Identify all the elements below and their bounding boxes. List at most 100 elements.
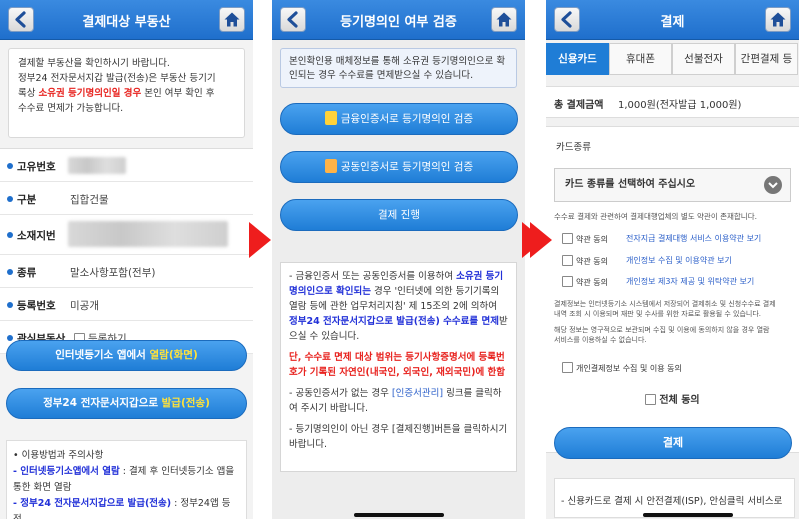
button-label: 인터넷등기소 앱에서 <box>55 349 150 361</box>
cert-management-link[interactable]: [인증서관리] <box>392 388 443 399</box>
redacted-value <box>68 157 126 174</box>
notice-highlight: 소유권 등기명의인일 경우 <box>38 88 142 99</box>
usage-highlight: - 인터넷등기소앱에서 열람 <box>13 466 120 477</box>
usage-highlight: - 정부24 전자문서지갑으로 발급(전송) <box>13 498 172 509</box>
all-agree-checkbox[interactable] <box>645 394 657 405</box>
info-value: 집합건물 <box>70 194 109 206</box>
info-row-id: 고유번호 <box>0 149 253 182</box>
notice-box: 본인확인용 매체정보를 통해 소유권 등기명의인으로 확인되는 경우 수수료를 … <box>280 48 517 88</box>
all-agree-label: 전체 동의 <box>659 395 700 406</box>
button-label: 결제 진행 <box>378 209 420 221</box>
info-text: 해당 정보는 영구적으로 보관되며 수집 및 이용에 동의하지 않을 경우 열람 <box>554 326 770 334</box>
info-row-regno: 등록번호 미공개 <box>0 288 253 321</box>
info-label: 구분 <box>17 194 37 206</box>
fee-note: 수수료 결제와 관련하여 결제대행업체의 별도 약관이 존재합니다. <box>554 212 757 221</box>
tab-easy-pay[interactable]: 간편결제 등 <box>735 43 798 75</box>
bullet-icon <box>7 196 13 202</box>
agree-checkbox[interactable] <box>562 255 573 266</box>
header-bar: 등기명의인 여부 검증 <box>272 0 525 40</box>
info-label: 고유번호 <box>17 161 56 173</box>
button-label: 결제 <box>662 436 684 449</box>
notice-text: 록상 <box>18 88 39 99</box>
card-type-label: 카드종류 <box>556 142 591 153</box>
property-info-list: 고유번호 구분 집합건물 소재지번 종류 말소사항포함(전부) 등록번호 미공개… <box>0 148 253 354</box>
home-indicator <box>642 513 733 517</box>
button-highlight: 발급(전송) <box>161 397 210 409</box>
proceed-payment-button[interactable]: 결제 진행 <box>280 199 518 231</box>
usage-title: • 이용방법과 주의사항 <box>13 450 104 461</box>
note-text: - 금융인증서 또는 공동인증서를 이용하여 <box>289 271 457 282</box>
note-text: - 공동인증서가 없는 경우 <box>289 388 392 399</box>
personal-agree-row[interactable]: 개인결제정보 수집 및 이용 동의 <box>562 362 682 374</box>
pay-button[interactable]: 결제 <box>554 427 792 459</box>
agree-row[interactable]: 약관 동의 개인정보 제3자 제공 및 위탁약관 보기 <box>562 276 754 288</box>
agree-label: 약관 동의 <box>576 257 608 266</box>
note-warning: 단, 수수료 면제 대상 범위는 등기사항증명서에 등록번호가 기록된 자연인(… <box>289 352 505 378</box>
joint-cert-verify-button[interactable]: 공동인증서로 등기명의인 검증 <box>280 151 518 183</box>
usage-text: 통한 화면 열람 <box>13 482 72 493</box>
agree-label: 약관 동의 <box>576 278 608 287</box>
bullet-icon <box>7 269 13 275</box>
info-row-kind: 종류 말소사항포함(전부) <box>0 255 253 288</box>
agree-checkbox[interactable] <box>562 233 573 244</box>
notice-text: 본인확인용 매체정보를 통해 소유권 등기명의인으로 확인되는 경우 수수료를 … <box>289 56 506 81</box>
usage-text: : 결제 후 인터넷등기소 앱을 <box>119 466 235 477</box>
agree-row[interactable]: 약관 동의 전자지급 결제대행 서비스 이용약관 보기 <box>562 233 761 245</box>
note-text: - 신용카드로 결제 시 안전결제(ISP), 안심클릭 서비스로 <box>561 496 783 507</box>
home-button[interactable] <box>491 7 517 32</box>
financial-cert-icon <box>324 111 337 125</box>
page-title: 결제 <box>660 15 685 30</box>
chevron-down-icon <box>764 176 782 194</box>
terms-link-privacy[interactable]: 개인정보 수집 및 이용약관 보기 <box>626 255 732 266</box>
home-indicator <box>353 513 444 517</box>
issue-to-gov24-button[interactable]: 정부24 전자문서지갑으로 발급(전송) <box>6 388 247 419</box>
tab-mobile[interactable]: 휴대폰 <box>609 43 672 75</box>
header-bar: 결제 <box>546 0 799 40</box>
button-label: 금융인증서로 등기명의인 검증 <box>340 113 474 125</box>
tab-credit-card[interactable]: 신용카드 <box>546 43 609 75</box>
red-arrow-icon <box>530 222 552 258</box>
all-agree-row[interactable]: 전체 동의 <box>546 391 799 406</box>
terms-link-payment[interactable]: 전자지급 결제대행 서비스 이용약관 보기 <box>626 233 761 244</box>
info-row-address: 소재지번 <box>0 215 253 255</box>
info-text: 결제정보는 인터넷등기소 시스템에서 저장되어 결제취소 및 신청수수료 결제 <box>554 300 776 308</box>
select-value: 카드 종류를 선택하여 주십시오 <box>565 179 696 190</box>
agree-row[interactable]: 약관 동의 개인정보 수집 및 이용약관 보기 <box>562 255 732 267</box>
notice-text: 정부24 전자문서지갑 발급(전송)은 부동산 등기기 <box>18 73 216 84</box>
info-label: 등록번호 <box>17 300 56 312</box>
personal-agree-checkbox[interactable] <box>562 362 573 373</box>
financial-cert-verify-button[interactable]: 금융인증서로 등기명의인 검증 <box>280 103 518 135</box>
info-notice: 결제정보는 인터넷등기소 시스템에서 저장되어 결제취소 및 신청수수료 결제 … <box>554 299 793 345</box>
info-label: 소재지번 <box>17 230 56 242</box>
usage-notes: • 이용방법과 주의사항 - 인터넷등기소앱에서 열람 : 결제 후 인터넷등기… <box>6 440 247 519</box>
notice-text: 수수료 면제가 가능합니다. <box>18 103 124 114</box>
info-value: 말소사항포함(전부) <box>70 267 156 279</box>
note-highlight: 정부24 전자문서지갑으로 발급(전송) 수수료를 면제 <box>289 316 499 327</box>
verification-notes: - 금융인증서 또는 공동인증서를 이용하여 소유권 등기명의인으로 확인되는 … <box>280 262 517 472</box>
personal-agree-label: 개인결제정보 수집 및 이용 동의 <box>576 364 682 373</box>
tab-prepaid[interactable]: 선불전자 <box>672 43 735 75</box>
amount-label: 총 결제금액 <box>554 100 604 111</box>
panel-owner-verification: 등기명의인 여부 검증 본인확인용 매체정보를 통해 소유권 등기명의인으로 확… <box>272 0 525 519</box>
amount-value: 1,000원(전자발급 1,000원) <box>618 100 742 111</box>
notice-text: 본인 여부 확인 후 <box>141 88 215 99</box>
home-icon <box>770 12 786 27</box>
home-icon <box>224 12 240 27</box>
header-bar: 결제대상 부동산 <box>0 0 253 40</box>
info-value: 미공개 <box>70 300 99 312</box>
home-button[interactable] <box>765 7 791 32</box>
panel-payment-target: 결제대상 부동산 결제할 부동산을 확인하시기 바랍니다. 정부24 전자문서지… <box>0 0 253 519</box>
button-label: 공동인증서로 등기명의인 검증 <box>340 161 474 173</box>
red-arrow-icon <box>249 222 271 258</box>
agree-checkbox[interactable] <box>562 276 573 287</box>
terms-link-third-party[interactable]: 개인정보 제3자 제공 및 위탁약관 보기 <box>626 276 754 287</box>
home-button[interactable] <box>219 7 245 32</box>
page-title: 등기명의인 여부 검증 <box>340 15 457 30</box>
agree-label: 약관 동의 <box>576 235 608 244</box>
payment-method-tabs: 신용카드 휴대폰 선불전자 간편결제 등 <box>546 43 799 75</box>
button-label: 정부24 전자문서지갑으로 <box>43 397 162 409</box>
view-in-app-button[interactable]: 인터넷등기소 앱에서 열람(화면) <box>6 340 247 371</box>
redacted-value <box>68 221 228 247</box>
card-type-select[interactable]: 카드 종류를 선택하여 주십시오 <box>554 168 791 202</box>
info-label: 종류 <box>17 267 37 279</box>
